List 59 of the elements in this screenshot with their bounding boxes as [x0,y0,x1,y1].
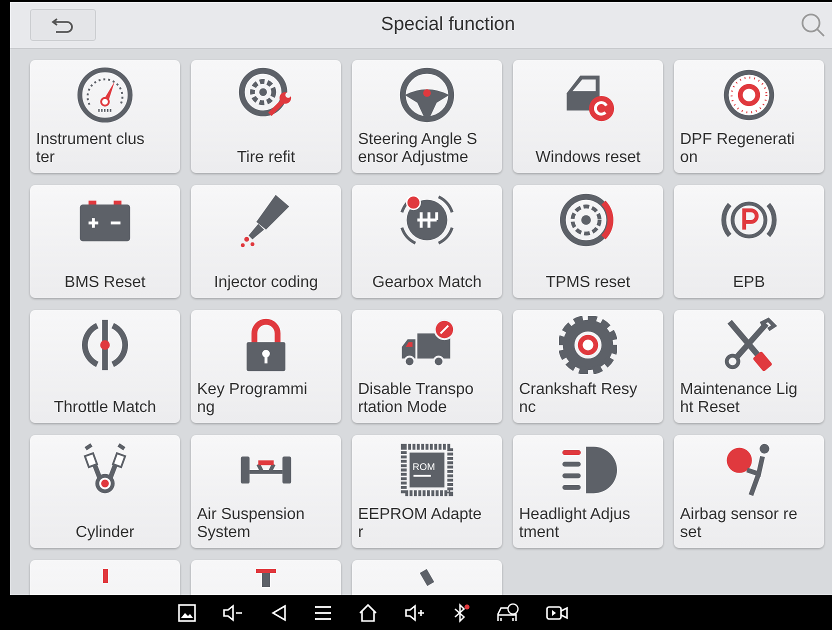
function-tile[interactable]: Gearbox Match [352,185,502,298]
tile-label: EPB [732,274,766,292]
screenshot-icon[interactable] [178,604,196,622]
tile-label: EEPROM Adapte r [358,506,483,542]
function-tile[interactable]: Maintenance Lig ht Reset [674,310,824,423]
chip-label: ROM [412,462,436,473]
back-arrow-icon [51,17,75,33]
gauge-icon [76,66,134,124]
function-tile[interactable]: TPMS reset [513,185,663,298]
tile-label: Gearbox Match [371,274,483,292]
function-tile[interactable]: DPF Regenerati on [674,60,824,173]
tile-label: BMS Reset [64,274,146,292]
gear-icon [559,316,617,374]
function-tile[interactable]: Injector coding [191,185,341,298]
tile-label: Airbag sensor re set [680,506,798,542]
back-button[interactable] [30,9,96,41]
tile-label: Windows reset [534,149,642,167]
steering-wheel-icon [398,66,456,124]
function-tile[interactable]: Cylinder [30,435,180,548]
function-tile[interactable]: Airbag sensor re set [674,435,824,548]
function-tile[interactable]: Crankshaft Resy nc [513,310,663,423]
function-tile[interactable]: Windows reset [513,60,663,173]
function-tile[interactable]: BMS Reset [30,185,180,298]
partial-icon [102,569,108,583]
function-tile[interactable]: Throttle Match [30,310,180,423]
video-record-icon[interactable] [546,604,568,620]
function-tile[interactable]: Disable Transpo rtation Mode [352,310,502,423]
function-tile[interactable]: ROM EEPROM Adapte r [352,435,502,548]
home-icon[interactable] [358,602,378,622]
tile-label: Key Programmi ng [197,381,308,417]
tile-label: DPF Regenerati on [680,131,796,167]
function-tile[interactable]: Air Suspension System [191,435,341,548]
function-tile[interactable]: Headlight Adjus tment [513,435,663,548]
tile-label: Tire refit [236,149,296,167]
tile-label: TPMS reset [544,274,632,292]
tile-label: Crankshaft Resy nc [519,381,638,417]
partial-icon [256,569,276,587]
tile-label: Cylinder [74,524,136,542]
function-tile[interactable]: Tire refit [191,60,341,173]
bluetooth-icon[interactable] [452,602,470,622]
tile-label: Air Suspension System [197,506,306,542]
tile-label: Injector coding [212,274,320,292]
tile-label: Throttle Match [52,399,158,417]
tile-label: Steering Angle S ensor Adjustme [358,131,478,167]
volume-down-icon[interactable] [222,604,244,622]
car-diagnostic-icon[interactable] [496,602,520,622]
volume-up-icon[interactable] [404,604,426,622]
function-tile[interactable]: Steering Angle S ensor Adjustme [352,60,502,173]
function-tile[interactable]: Key Programmi ng [191,310,341,423]
function-tile[interactable]: Instrument clus ter [30,60,180,173]
tile-label: Disable Transpo rtation Mode [358,381,475,417]
partial-icon [420,569,434,586]
tile-label: Instrument clus ter [36,131,146,167]
menu-icon[interactable] [314,604,332,620]
back-icon[interactable] [270,604,288,622]
tile-label: Maintenance Lig ht Reset [680,381,798,417]
function-tile[interactable]: EPB [674,185,824,298]
page-title: Special function [380,14,516,36]
tile-label: Headlight Adjus tment [519,506,632,542]
